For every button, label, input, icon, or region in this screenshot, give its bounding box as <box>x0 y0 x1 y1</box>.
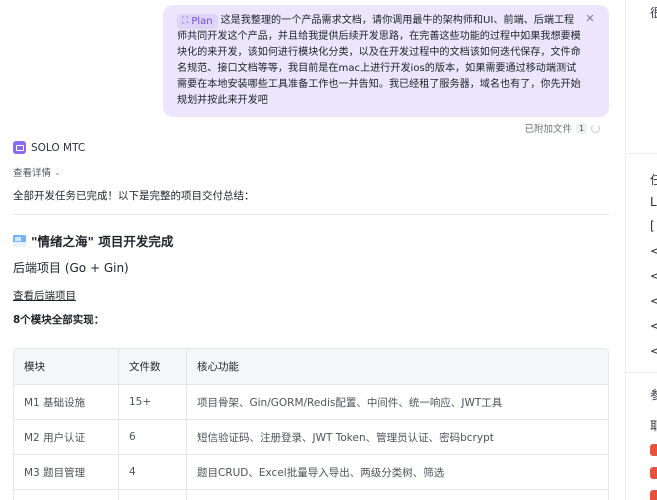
attached-files[interactable]: 已附加文件 1 <box>524 121 600 135</box>
table-header-module: 模块 <box>14 349 119 384</box>
attached-count: 1 <box>576 122 587 134</box>
app-icon[interactable] <box>650 444 657 456</box>
panel-item[interactable]: 参 <box>650 386 657 403</box>
user-message-text: 这是我整理的一个产品需求文档，请你调用最牛的架构师和UI、前端、后端工程师共同开… <box>177 15 581 106</box>
table-header-row: 模块 文件数 核心功能 <box>14 349 608 384</box>
table-row: M3 题目管理 4 题目CRUD、Excel批量导入导出、两级分类树、筛选 <box>14 454 608 489</box>
app-icon[interactable] <box>650 490 657 500</box>
chevron-down-icon: ⌄ <box>54 167 61 177</box>
view-details-toggle[interactable]: 查看详情 ⌄ <box>13 165 61 180</box>
section-title: 后端项目 (Go + Gin) <box>13 261 129 275</box>
table-header-features: 核心功能 <box>197 361 239 373</box>
panel-item[interactable]: 耶 <box>650 417 657 434</box>
panel-item[interactable]: < <box>650 244 657 258</box>
image-icon <box>13 234 26 247</box>
table-row: M1 基础设施 15+ 项目骨架、Gin/GORM/Redis配置、中间件、统一… <box>14 384 608 419</box>
cell-files: 15+ <box>119 385 187 419</box>
completion-summary: 全部开发任务已完成！以下是完整的项目交付总结： <box>13 190 255 202</box>
cell-module: M2 用户认证 <box>14 420 119 454</box>
attached-label: 已附加文件 <box>524 124 572 135</box>
view-backend-link[interactable]: 查看后端项目 <box>13 288 76 303</box>
cell-features-empty <box>187 490 608 500</box>
report-title: "情绪之海" 项目开发完成 <box>13 231 173 250</box>
plan-tag[interactable]: ⛶ Plan <box>177 14 218 29</box>
view-details-label: 查看详情 <box>13 168 52 179</box>
panel-divider <box>626 153 657 154</box>
cell-features: 短信验证码、注册登录、JWT Token、管理员认证、密码bcrypt <box>197 431 494 444</box>
cell-module: M1 基础设施 <box>14 385 119 419</box>
table-row-partial <box>14 489 608 500</box>
chat-main: ⛶ Plan 这是我整理的一个产品需求文档，请你调用最牛的架构师和UI、前端、后端工… <box>0 0 625 500</box>
panel-item[interactable]: < <box>650 344 657 358</box>
panel-item[interactable]: < <box>650 294 657 308</box>
report-title-text: "情绪之海" 项目开发完成 <box>31 234 174 249</box>
cell-files: 6 <box>119 420 187 454</box>
agent-header: SOLO MTC <box>13 140 85 155</box>
cell-features: 题目CRUD、Excel批量导入导出、两级分类树、筛选 <box>197 466 445 479</box>
panel-item[interactable]: 任 <box>650 171 657 188</box>
panel-item[interactable]: < <box>650 269 657 283</box>
agent-name: SOLO MTC <box>31 141 86 154</box>
cell-features: 项目骨架、Gin/GORM/Redis配置、中间件、统一响应、JWT工具 <box>197 396 503 409</box>
table-header-files: 文件数 <box>119 349 187 384</box>
panel-item[interactable]: L <box>650 195 657 209</box>
plan-tag-label: Plan <box>191 16 213 27</box>
panel-divider <box>626 372 657 373</box>
agent-logo-icon <box>13 141 26 154</box>
plan-icon: ⛶ <box>182 16 189 26</box>
modules-heading: 8个模块全部实现： <box>13 314 105 326</box>
loading-icon <box>591 123 600 133</box>
app-icon[interactable] <box>650 467 657 479</box>
user-message-bubble: ⛶ Plan 这是我整理的一个产品需求文档，请你调用最牛的架构师和UI、前端、后端工… <box>163 5 609 117</box>
panel-item[interactable]: [ <box>650 219 655 233</box>
cell-module-empty <box>14 490 119 500</box>
panel-item[interactable]: < <box>650 319 657 333</box>
close-icon[interactable]: ✕ <box>584 13 596 25</box>
cell-files-empty <box>119 490 187 500</box>
right-side-panel: 很 任 L [ < < < < < 参 耶 <box>625 0 657 500</box>
cell-files: 4 <box>119 455 187 489</box>
divider <box>13 214 609 215</box>
panel-item[interactable]: 很 <box>650 4 657 21</box>
modules-table: 模块 文件数 核心功能 M1 基础设施 15+ 项目骨架、Gin/GORM/Re… <box>13 348 609 500</box>
cell-module: M3 题目管理 <box>14 455 119 489</box>
table-row: M2 用户认证 6 短信验证码、注册登录、JWT Token、管理员认证、密码b… <box>14 419 608 454</box>
